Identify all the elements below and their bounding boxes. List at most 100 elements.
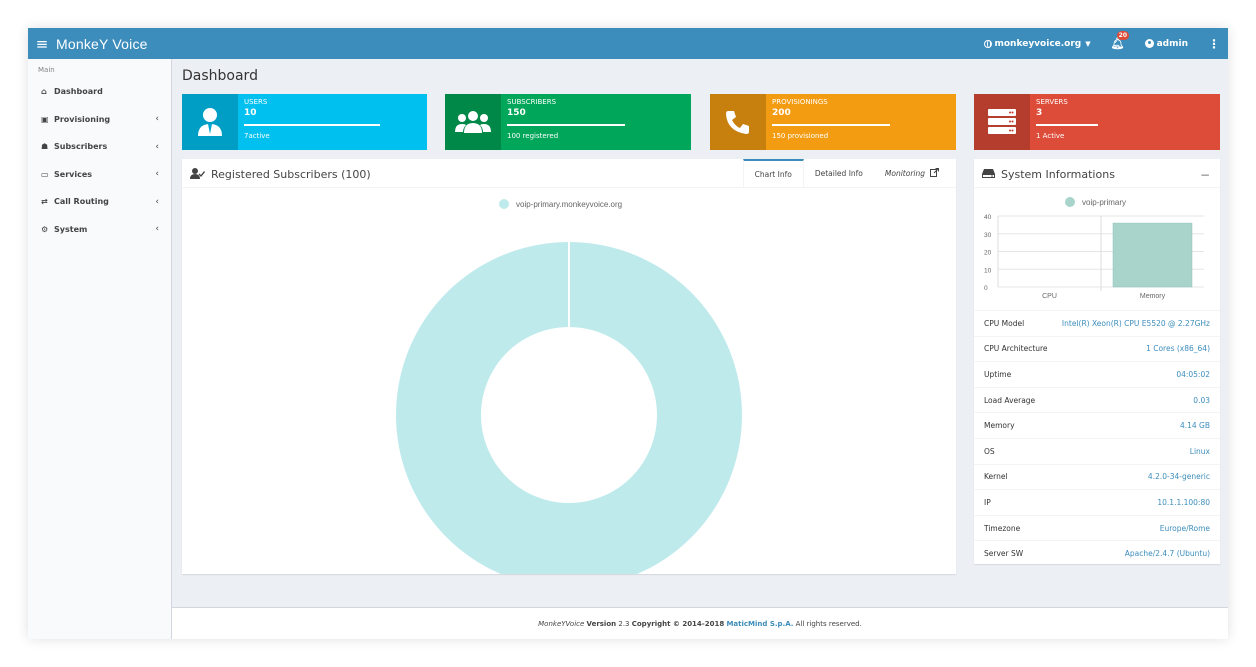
subscribers-panel: Registered Subscribers (100) Chart Info … xyxy=(182,159,956,574)
server-icon xyxy=(974,94,1030,150)
system-info-key: Timezone xyxy=(984,523,1021,533)
footer-product: MonkeYVoice xyxy=(538,619,585,628)
sidebar-item-provisioning[interactable]: ▣ Provisioning ‹ xyxy=(28,106,171,134)
info-box-users[interactable]: USERS 10 7active xyxy=(182,94,427,150)
system-info-row: Memory 4.14 GB xyxy=(974,412,1220,438)
info-box-label: SUBSCRIBERS xyxy=(507,98,557,106)
x-tick-label: Memory xyxy=(1140,293,1166,300)
system-info-key: Kernel xyxy=(984,472,1008,482)
user-check-icon xyxy=(190,167,206,182)
system-bar-chart: voip-primary 40 30 20 10 0 CPU Memory xyxy=(984,197,1204,300)
system-info-row: Kernel 4.2.0-34-generic xyxy=(974,463,1220,490)
system-info-table: CPU Model Intel(R) Xeon(R) CPU E5520 @ 2.… xyxy=(974,310,1220,566)
system-info-key: Server SW xyxy=(984,549,1024,559)
user-name: admin xyxy=(1156,38,1188,49)
system-info-key: IP xyxy=(984,497,991,507)
panel-tabs: Chart Info Detailed Info Monitoring xyxy=(742,159,950,187)
external-link-icon xyxy=(930,167,939,179)
progress-bar xyxy=(507,124,625,126)
y-tick-label: 10 xyxy=(984,267,992,274)
chevron-left-icon: ‹ xyxy=(155,224,159,235)
info-box-number: 150 xyxy=(507,108,526,118)
y-tick-label: 30 xyxy=(984,232,992,239)
system-info-row: IP 10.1.1.100:80 xyxy=(974,489,1220,515)
footer-text: MonkeYVoice Version 2.3 Copyright © 2014… xyxy=(538,620,862,628)
domain-selector[interactable]: monkeyvoice.org ▼ xyxy=(983,38,1091,49)
info-box-number: 10 xyxy=(244,108,257,118)
info-box-desc: 7active xyxy=(244,132,270,140)
tab-chart-info[interactable]: Chart Info xyxy=(742,159,804,187)
system-info-value: Apache/2.4.7 (Ubuntu) xyxy=(1124,549,1210,559)
system-info-row: Load Average 0.03 xyxy=(974,386,1220,413)
y-tick-label: 40 xyxy=(984,214,992,221)
chevron-left-icon: ‹ xyxy=(155,141,159,152)
info-box-label: USERS xyxy=(244,98,268,106)
content-area: Dashboard USERS 10 7active SUBSCRIBERS 1… xyxy=(172,59,1228,607)
phone-icon xyxy=(710,94,766,150)
progress-bar xyxy=(772,124,890,126)
sidebar-item-label: Subscribers xyxy=(54,142,108,152)
info-box-provisionings[interactable]: PROVISIONINGS 200 150 provisioned xyxy=(710,94,956,150)
panel-title: System Informations xyxy=(1001,168,1115,181)
system-info-value: Intel(R) Xeon(R) CPU E5520 @ 2.27GHz xyxy=(1061,318,1210,328)
collapse-button[interactable]: − xyxy=(1200,168,1210,182)
tab-label: Monitoring xyxy=(884,168,925,178)
info-box-number: 200 xyxy=(772,108,791,118)
chevron-left-icon: ‹ xyxy=(155,114,159,125)
legend-marker xyxy=(1065,197,1075,207)
system-info-row: CPU Model Intel(R) Xeon(R) CPU E5520 @ 2.… xyxy=(974,310,1220,336)
footer-rights: All rights reserved. xyxy=(795,619,862,628)
navbar-right: monkeyvoice.org ▼ 🔔︎ 20 admin ⋮ xyxy=(964,28,1220,59)
subscribers-donut-chart: voip-primary.monkeyvoice.org xyxy=(395,199,742,574)
system-info-key: Memory xyxy=(984,421,1015,431)
system-info-row: Uptime 04:05:02 xyxy=(974,361,1220,387)
panel-header: System Informations − xyxy=(974,162,1220,188)
sidebar-item-label: Call Routing xyxy=(54,197,109,207)
bar xyxy=(1112,222,1193,288)
info-box-desc: 100 registered xyxy=(507,132,559,140)
chevron-left-icon: ‹ xyxy=(155,169,159,180)
footer: MonkeYVoice Version 2.3 Copyright © 2014… xyxy=(172,607,1228,639)
sidebar-item-label: System xyxy=(54,224,88,234)
user-menu[interactable]: admin xyxy=(1144,38,1188,49)
domain-label: monkeyvoice.org xyxy=(994,38,1082,49)
legend-label: voip-primary xyxy=(1082,198,1126,207)
system-info-value: Europe/Rome xyxy=(1159,523,1210,533)
user-circle-icon xyxy=(1144,39,1154,48)
menu-toggle-icon[interactable]: ≡ xyxy=(28,35,56,53)
system-info-row: Timezone Europe/Rome xyxy=(974,514,1220,541)
progress-bar xyxy=(1036,124,1098,126)
footer-version: 2.3 xyxy=(618,619,630,628)
system-info-row: Server SW Apache/2.4.7 (Ubuntu) xyxy=(974,540,1220,566)
info-box-servers[interactable]: SERVERS 3 1 Active xyxy=(974,94,1220,150)
system-info-value: Linux xyxy=(1189,446,1210,456)
user-icon xyxy=(182,94,238,150)
sidebar-item-services[interactable]: ▭ Services ‹ xyxy=(28,161,171,189)
sidebar-item-system[interactable]: ⚙ System ‹ xyxy=(28,216,171,244)
sidebar: Main ⌂ Dashboard ▣ Provisioning ‹ ☗ Subs… xyxy=(28,59,172,639)
sidebar-item-subscribers[interactable]: ☗ Subscribers ‹ xyxy=(28,133,171,161)
tab-detailed-info[interactable]: Detailed Info xyxy=(804,159,874,187)
info-box-number: 3 xyxy=(1036,108,1043,118)
info-box-subscribers[interactable]: SUBSCRIBERS 150 100 registered xyxy=(445,94,691,150)
exchange-icon: ⇄ xyxy=(41,197,48,207)
home-icon: ⌂ xyxy=(41,87,47,97)
users-icon xyxy=(445,94,501,150)
system-info-value: 04:05:02 xyxy=(1176,369,1210,379)
sidebar-item-label: Provisioning xyxy=(54,114,111,124)
sidebar-item-label: Services xyxy=(54,169,93,179)
system-info-value: 4.2.0-34-generic xyxy=(1147,472,1210,482)
system-info-value: 1 Cores (x86_64) xyxy=(1146,344,1210,354)
notifications-button[interactable]: 🔔︎ 20 xyxy=(1111,31,1129,50)
sidebar-item-dashboard[interactable]: ⌂ Dashboard xyxy=(28,78,171,106)
system-info-key: OS xyxy=(984,446,995,456)
system-info-value: 0.03 xyxy=(1193,395,1210,405)
page-title: Dashboard xyxy=(182,68,258,84)
more-options-icon[interactable]: ⋮ xyxy=(1208,37,1220,51)
footer-version-label: Version xyxy=(586,619,617,628)
system-info-value: 10.1.1.100:80 xyxy=(1157,497,1210,507)
footer-company-link[interactable]: MaticMind S.p.A. xyxy=(726,620,793,628)
sidebar-item-call-routing[interactable]: ⇄ Call Routing ‹ xyxy=(28,188,171,216)
tab-monitoring[interactable]: Monitoring xyxy=(874,159,950,187)
app-title[interactable]: MonkeY Voice xyxy=(56,36,148,52)
